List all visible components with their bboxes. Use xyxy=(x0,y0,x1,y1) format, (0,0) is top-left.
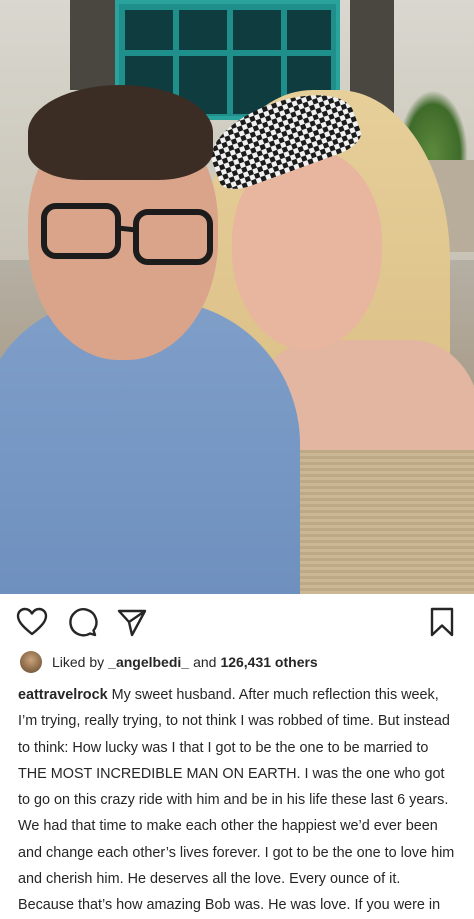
paper-plane-icon[interactable] xyxy=(116,606,148,638)
caption-username-link[interactable]: eattravelrock xyxy=(18,687,108,703)
post-action-bar xyxy=(0,594,474,650)
liker-avatar[interactable] xyxy=(20,651,42,673)
post-photo[interactable] xyxy=(0,0,474,594)
likes-row[interactable]: Liked by _angelbedi_ and 126,431 others xyxy=(0,650,474,674)
heart-icon[interactable] xyxy=(16,606,48,638)
bookmark-icon[interactable] xyxy=(426,606,458,638)
photo-pillar-left xyxy=(70,0,116,90)
comment-bubble-icon[interactable] xyxy=(66,606,98,638)
likes-prefix: Liked by xyxy=(52,654,105,670)
likes-joiner: and xyxy=(193,654,217,670)
photo-man-glasses xyxy=(41,203,213,265)
caption-text: My sweet husband. After much reflection … xyxy=(18,687,455,914)
liker-username-link[interactable]: _angelbedi_ xyxy=(108,654,189,670)
photo-man-hair xyxy=(28,85,213,180)
likes-count-link[interactable]: 126,431 others xyxy=(220,654,317,670)
post-caption: eattravelrock My sweet husband. After mu… xyxy=(0,674,474,919)
